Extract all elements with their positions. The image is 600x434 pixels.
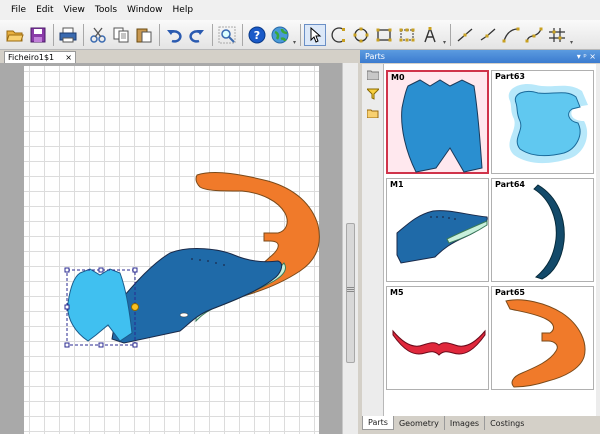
eyelet xyxy=(223,264,225,266)
menu-bar: File Edit View Tools Window Help xyxy=(0,0,600,20)
toolbar-separator xyxy=(212,23,213,46)
toolbar-separator xyxy=(83,23,84,46)
redo-icon[interactable] xyxy=(186,24,208,46)
part-tile-part63[interactable]: Part63 xyxy=(491,70,594,174)
part-thumbnail xyxy=(401,79,483,173)
part-thumbnail xyxy=(392,329,486,356)
selection-handle xyxy=(64,304,70,310)
eyelet xyxy=(207,260,209,262)
selection-handle xyxy=(64,342,70,348)
curve-icon[interactable] xyxy=(500,24,522,46)
panel-window-controls[interactable]: ▾ ᵖ × xyxy=(577,52,596,61)
main-toolbar: ? ▾ ▾ ▾ xyxy=(0,20,600,50)
tab-costings[interactable]: Costings xyxy=(485,416,529,430)
selection-handle xyxy=(132,267,138,273)
undo-icon[interactable] xyxy=(163,24,185,46)
polyline-icon[interactable] xyxy=(477,24,499,46)
bezier-icon[interactable] xyxy=(523,24,545,46)
toolbar-separator xyxy=(53,23,54,46)
selection-handle xyxy=(98,342,104,348)
eyelet xyxy=(215,262,217,264)
part-thumbnail xyxy=(508,83,588,164)
light-blue-tongue-part xyxy=(67,268,133,342)
toolbar-overflow-icon[interactable]: ▾ xyxy=(442,24,447,46)
open-folder-icon[interactable] xyxy=(362,105,384,121)
zoom-icon[interactable] xyxy=(216,24,238,46)
menu-tools[interactable]: Tools xyxy=(90,5,122,15)
tab-images[interactable]: Images xyxy=(445,416,486,430)
text-icon[interactable] xyxy=(419,24,441,46)
drawing-canvas[interactable] xyxy=(0,63,342,434)
menu-view[interactable]: View xyxy=(59,5,90,15)
part-thumbnail xyxy=(505,299,586,388)
selection-handle xyxy=(132,342,138,348)
filter-icon[interactable] xyxy=(362,86,384,102)
parts-side-toolbar xyxy=(362,64,384,416)
scrollbar-thumb[interactable] xyxy=(346,223,355,363)
selection-box-icon[interactable] xyxy=(396,24,418,46)
copy-icon[interactable] xyxy=(110,24,132,46)
paste-icon[interactable] xyxy=(133,24,155,46)
part-tile-part65[interactable]: Part65 xyxy=(491,286,594,390)
part-tile-m1[interactable]: M1 xyxy=(386,178,489,282)
menu-file[interactable]: File xyxy=(6,5,31,15)
document-tab-label: Ficheiro1$1 xyxy=(8,53,55,62)
selection-handle xyxy=(64,267,70,273)
save-icon[interactable] xyxy=(27,24,49,46)
eyelet xyxy=(191,258,193,260)
parts-panel-title: Parts xyxy=(365,52,385,61)
globe-icon[interactable] xyxy=(269,24,291,46)
part-tile-part64[interactable]: Part64 xyxy=(491,178,594,282)
parts-panel-header: Parts ▾ ᵖ × xyxy=(360,50,600,63)
parts-panel: Parts ▾ ᵖ × M0 Part63 M1 Part64 M5 Part6… xyxy=(360,50,600,434)
circle-icon[interactable] xyxy=(350,24,372,46)
open-folder-icon[interactable] xyxy=(4,24,26,46)
help-icon[interactable]: ? xyxy=(246,24,268,46)
svg-text:?: ? xyxy=(254,29,260,42)
folder-icon[interactable] xyxy=(362,67,384,83)
grid-icon[interactable] xyxy=(546,24,568,46)
rectangle-icon[interactable] xyxy=(373,24,395,46)
arc-icon[interactable] xyxy=(327,24,349,46)
toolbar-separator xyxy=(300,23,301,46)
select-arrow-icon[interactable] xyxy=(304,23,326,46)
print-icon[interactable] xyxy=(57,24,79,46)
selection-handle xyxy=(98,267,104,273)
scrollbar-grip xyxy=(347,287,354,288)
canvas-vertical-scrollbar[interactable] xyxy=(342,63,358,434)
parts-scrollbar[interactable] xyxy=(596,64,600,416)
tab-geometry[interactable]: Geometry xyxy=(394,416,445,430)
cut-icon[interactable] xyxy=(87,24,109,46)
toolbar-separator xyxy=(450,23,451,46)
menu-edit[interactable]: Edit xyxy=(31,5,58,15)
rotation-handle xyxy=(131,303,139,311)
eyelet xyxy=(199,259,201,261)
parts-bottom-tabs: Parts Geometry Images Costings xyxy=(360,416,600,434)
toolbar-overflow-icon[interactable]: ▾ xyxy=(292,24,297,46)
blue-vamp-part xyxy=(111,248,283,344)
part-thumbnail xyxy=(396,210,488,264)
document-tab[interactable]: Ficheiro1$1 × xyxy=(4,51,76,63)
eyelet-slot xyxy=(179,312,189,318)
toolbar-overflow-icon[interactable]: ▾ xyxy=(569,24,574,46)
parts-grid: M0 Part63 M1 Part64 M5 Part65 xyxy=(384,64,596,416)
menu-help[interactable]: Help xyxy=(168,5,199,15)
close-icon[interactable]: × xyxy=(65,53,72,62)
menu-window[interactable]: Window xyxy=(122,5,168,15)
part-tile-m5[interactable]: M5 xyxy=(386,286,489,390)
part-thumbnail xyxy=(533,184,565,280)
canvas-shapes xyxy=(64,172,320,348)
tab-parts[interactable]: Parts xyxy=(362,416,394,430)
toolbar-separator xyxy=(242,23,243,46)
document-tab-bar: Ficheiro1$1 × xyxy=(0,51,358,63)
toolbar-separator xyxy=(159,23,160,46)
line-point-icon[interactable] xyxy=(454,24,476,46)
part-tile-m0[interactable]: M0 xyxy=(386,70,489,174)
